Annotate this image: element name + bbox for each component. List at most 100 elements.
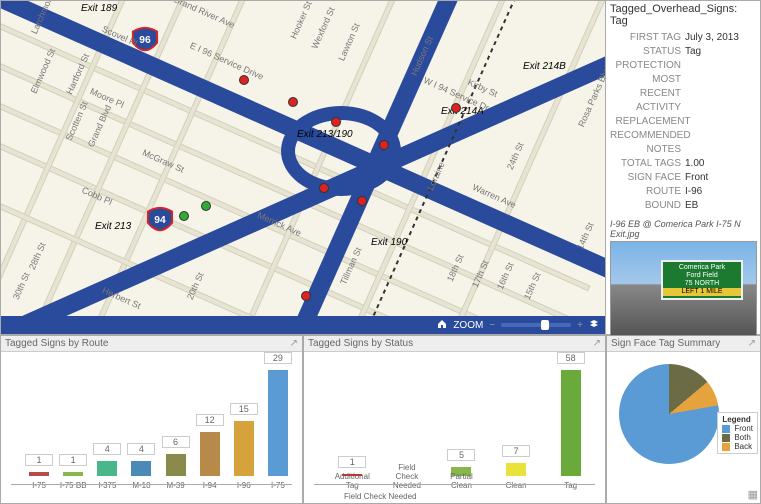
bar-value: 1 <box>59 454 87 466</box>
zoom-label: ZOOM <box>453 320 483 331</box>
field-key: SIGN FACE <box>610 171 685 185</box>
street-label: Grand River Ave <box>172 0 236 30</box>
table-icon[interactable]: ▦ <box>748 488 758 501</box>
bar-group[interactable]: 1I-75 BB <box>59 472 87 476</box>
sign-photo[interactable]: Comerica Park Ford Field 75 NORTH LEFT 1… <box>610 241 757 336</box>
bar: 1 <box>29 472 49 476</box>
field-value: I-96 <box>685 185 756 199</box>
bar-group[interactable]: 5Partial Clean <box>437 467 486 476</box>
details-title: Tagged_Overhead_Signs: Tag <box>610 3 756 27</box>
bar-chart: 1I-75 1I-75 BB 4I-375 4M-10 6M-39 12I-9415I-9… <box>5 356 298 476</box>
bar-group[interactable]: 12I-94 <box>196 432 224 476</box>
panel-title: Sign Face Tag Summary <box>611 338 720 349</box>
panel-title: Tagged Signs by Status <box>308 338 413 349</box>
details-panel: Tagged_Overhead_Signs: Tag FIRST TAGJuly… <box>606 0 761 335</box>
street-label: 28th St <box>27 241 48 271</box>
field-key: TOTAL TAGS <box>610 157 685 171</box>
map-pin[interactable] <box>201 201 211 211</box>
bar: 58 <box>561 370 581 476</box>
bar-category: I-75 <box>258 481 298 490</box>
bar-value: 6 <box>162 436 190 448</box>
highway-sign: Comerica Park Ford Field 75 NORTH LEFT 1… <box>661 260 743 300</box>
layers-icon[interactable] <box>589 319 599 332</box>
exit-label: Exit 190 <box>371 237 407 248</box>
exit-label: Exit 213 <box>95 221 131 232</box>
exit-label: Exit 213/190 <box>297 129 353 140</box>
zoom-slider[interactable] <box>501 323 571 327</box>
bar-category: Tag <box>551 481 591 490</box>
bar-group[interactable]: 4M-10 <box>127 461 155 476</box>
field-value: Front <box>685 171 756 185</box>
field-key: NOTES <box>610 143 685 157</box>
street-label: 16th St <box>495 261 516 291</box>
charts-row: Tagged Signs by Route ↗ 1I-751I-75 BB4I-… <box>0 335 761 504</box>
street-label: E I 96 Service Drive <box>188 40 265 81</box>
map-pin[interactable] <box>301 291 311 301</box>
map-pin[interactable] <box>379 140 389 150</box>
field-value: EB <box>685 199 756 213</box>
sign-text: 75 NORTH <box>685 280 720 288</box>
x-axis <box>11 484 292 485</box>
bar-value: 4 <box>93 443 121 455</box>
expand-icon[interactable]: ↗ <box>593 338 601 349</box>
map-panel[interactable]: 96 94 Exit 189 Exit 214B Exit 214A Exit … <box>0 0 606 335</box>
bar: 1 <box>63 472 83 476</box>
bar-group[interactable]: 15I-96 <box>230 421 258 476</box>
field-value <box>685 143 756 157</box>
bar-value: 58 <box>557 352 585 364</box>
field-value: 1.00 <box>685 157 756 171</box>
bar-category: Field Check Needed <box>387 463 427 490</box>
field-key: FIRST TAG <box>610 31 685 45</box>
bar-value: 1 <box>25 454 53 466</box>
home-icon[interactable] <box>437 319 447 332</box>
bar-value: 7 <box>502 445 530 457</box>
bar-group[interactable]: 6M-39 <box>162 454 190 476</box>
interchange <box>281 106 401 196</box>
bar-group[interactable]: 1Additional Tag <box>328 474 377 476</box>
zoom-out-icon[interactable]: − <box>489 320 495 331</box>
chart-panel-summary: Sign Face Tag Summary ↗ Legend FrontBoth… <box>606 335 761 504</box>
map-pin[interactable] <box>288 97 298 107</box>
map-pin[interactable] <box>357 196 367 206</box>
sign-text: LEFT 1 MILE <box>663 288 741 296</box>
zoom-in-icon[interactable]: + <box>577 320 583 331</box>
shield-i94: 94 <box>146 206 174 234</box>
svg-text:94: 94 <box>154 215 166 226</box>
field-value <box>685 73 756 115</box>
bar-category: Partial Clean <box>441 472 481 490</box>
group-label: Field Check Needed <box>344 492 416 501</box>
field-key: STATUS <box>610 45 685 59</box>
street-label: 30th St <box>11 271 32 301</box>
map-pin[interactable] <box>319 183 329 193</box>
dashboard: 96 94 Exit 189 Exit 214B Exit 214A Exit … <box>0 0 761 504</box>
panel-title: Tagged Signs by Route <box>5 338 108 349</box>
street-label: Wexford St <box>310 6 337 51</box>
bar-value: 15 <box>230 403 258 415</box>
bar-value: 29 <box>264 352 292 364</box>
bar-group[interactable]: 7Clean <box>492 463 541 476</box>
street-label: 24th St <box>505 141 526 171</box>
expand-icon[interactable]: ↗ <box>290 338 298 349</box>
bar: 4 <box>131 461 151 476</box>
sign-text: Ford Field <box>686 272 718 280</box>
bar-group[interactable]: 1I-75 <box>25 472 53 476</box>
photo-caption: I-96 EB @ Comerica Park I-75 N Exit.jpg <box>610 219 756 239</box>
field-value: Tag <box>685 45 756 59</box>
map-pin[interactable] <box>239 75 249 85</box>
bar-group[interactable]: 58Tag <box>546 370 595 476</box>
field-value <box>685 59 756 73</box>
map-pin[interactable] <box>331 117 341 127</box>
map-surface[interactable]: 96 94 Exit 189 Exit 214B Exit 214A Exit … <box>1 1 605 334</box>
legend-swatch <box>722 434 730 442</box>
legend-row: Both <box>722 433 753 442</box>
bar: 15 <box>234 421 254 476</box>
legend: Legend FrontBothBack <box>717 412 758 454</box>
map-pin[interactable] <box>451 103 461 113</box>
bar: 29 <box>268 370 288 476</box>
bar-group[interactable]: 29I-75 <box>264 370 292 476</box>
field-value <box>695 115 756 143</box>
street-label: 14th St <box>575 221 596 251</box>
expand-icon[interactable]: ↗ <box>748 338 756 349</box>
map-pin[interactable] <box>179 211 189 221</box>
bar-group[interactable]: 4I-375 <box>93 461 121 476</box>
